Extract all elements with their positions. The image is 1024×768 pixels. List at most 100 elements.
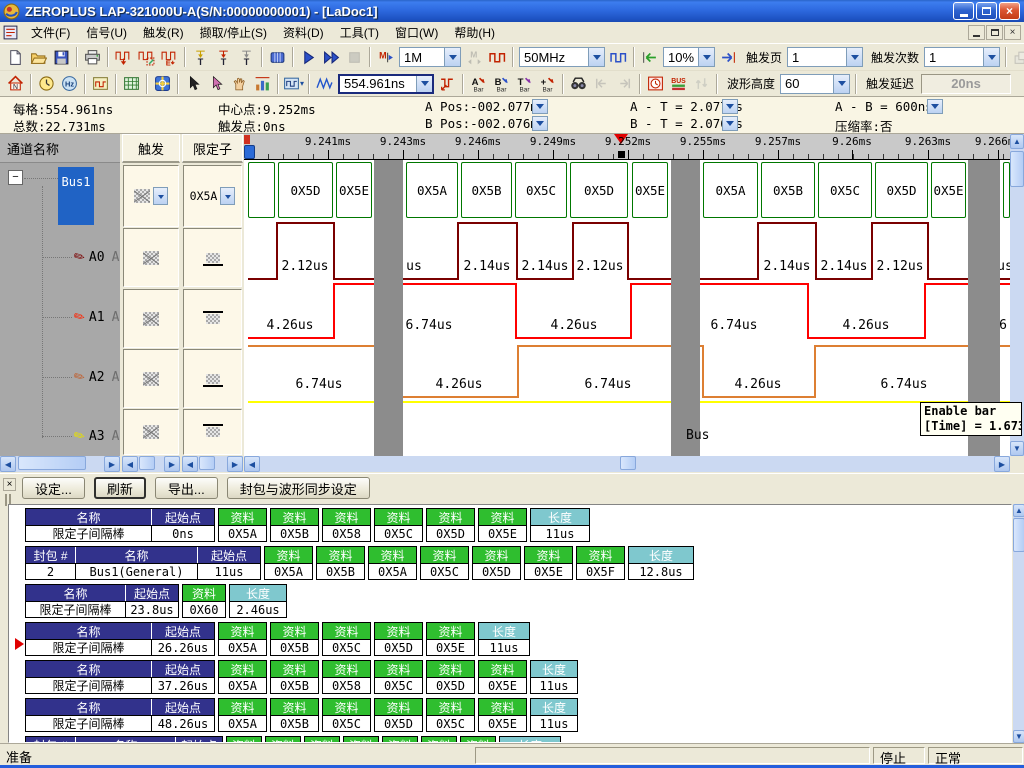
- chevron-down-icon[interactable]: [416, 76, 432, 92]
- chevron-down-icon[interactable]: [153, 187, 168, 205]
- channel-qualifier-cell[interactable]: [183, 409, 242, 455]
- chevron-down-icon[interactable]: [588, 48, 604, 66]
- trigger-mark-yellow-icon[interactable]: T: [189, 46, 212, 68]
- sync-packet-wave-button[interactable]: 封包与波形同步设定: [227, 477, 370, 499]
- trigger-pos-right-icon[interactable]: [717, 46, 740, 68]
- navigator-home-icon[interactable]: N: [4, 73, 27, 95]
- memory-page-icon[interactable]: M: [374, 46, 397, 68]
- menu-item-4[interactable]: 资料(D): [275, 21, 332, 44]
- wave-height-select[interactable]: 60: [780, 74, 850, 94]
- bus-qualifier-cell[interactable]: 0X5A: [183, 165, 242, 227]
- film-roll-icon[interactable]: [266, 46, 289, 68]
- chevron-down-icon[interactable]: [444, 48, 460, 66]
- chevron-down-icon[interactable]: [698, 48, 714, 66]
- refresh-button[interactable]: 刷新: [94, 477, 146, 499]
- listing-view-icon[interactable]: [120, 73, 143, 95]
- packet-row-3[interactable]: 名称起始点限定子间隔棒26.26us资料0X5A资料0X5B资料0X5C资料0X…: [25, 622, 1011, 656]
- time-div-select[interactable]: 554.961ns: [338, 74, 434, 94]
- minimize-button[interactable]: [953, 2, 974, 20]
- scroll-left-icon[interactable]: ◀: [122, 456, 138, 472]
- qualifier-column-scrollbar[interactable]: ◀ ▶: [182, 456, 243, 472]
- select-cursor-icon[interactable]: [182, 73, 205, 95]
- scroll-down-icon[interactable]: ▼: [1010, 441, 1024, 456]
- find-icon[interactable]: [567, 73, 590, 95]
- packet-row-4[interactable]: 名称起始点限定子间隔棒37.26us资料0X5A资料0X5B资料0X58资料0X…: [25, 660, 1011, 694]
- new-file-icon[interactable]: [4, 46, 27, 68]
- scroll-right-icon[interactable]: ▶: [994, 456, 1010, 472]
- trigger-position-select[interactable]: 10%: [663, 47, 715, 67]
- scroll-up-icon[interactable]: ▲: [1010, 134, 1024, 149]
- menu-item-0[interactable]: 文件(F): [23, 21, 78, 44]
- channel-qualifier-cell[interactable]: [183, 228, 242, 287]
- scroll-left-icon[interactable]: ◀: [244, 456, 260, 472]
- open-file-icon[interactable]: [27, 46, 50, 68]
- hscroll-thumb[interactable]: [18, 456, 86, 470]
- scroll-up-icon[interactable]: ▲: [1013, 504, 1024, 517]
- packet-row-5[interactable]: 名称起始点限定子间隔棒48.26us资料0X5A资料0X5B资料0X5C资料0X…: [25, 698, 1011, 732]
- wave-mode-select-icon[interactable]: ▾: [282, 73, 305, 95]
- b-pos-dropdown[interactable]: [532, 116, 548, 131]
- add-bar-icon[interactable]: +Bar: [536, 73, 559, 95]
- chevron-down-icon[interactable]: [983, 48, 999, 66]
- menu-item-6[interactable]: 窗口(W): [387, 21, 446, 44]
- repeat-acquisition-icon[interactable]: [320, 46, 343, 68]
- trigger-mark-red-icon[interactable]: T: [212, 46, 235, 68]
- single-acquisition-icon[interactable]: [297, 46, 320, 68]
- sample-wave-red-icon[interactable]: [486, 46, 509, 68]
- a-t-dropdown[interactable]: [722, 99, 738, 114]
- menu-item-5[interactable]: 工具(T): [332, 21, 387, 44]
- trigger-page-select[interactable]: 1: [787, 47, 863, 67]
- b-bar-icon[interactable]: BBar: [490, 73, 513, 95]
- channel-row-a0[interactable]: ✎A0A0: [0, 247, 120, 267]
- menu-item-2[interactable]: 触发(R): [135, 21, 192, 44]
- channel-trigger-cell[interactable]: [123, 228, 179, 287]
- memory-depth-select[interactable]: 1M: [399, 47, 461, 67]
- packet-panel-close-icon[interactable]: ×: [3, 478, 16, 491]
- restore-button[interactable]: [976, 2, 997, 20]
- trigger-column-scrollbar[interactable]: ◀ ▶: [122, 456, 180, 472]
- scroll-down-icon[interactable]: ▼: [1013, 730, 1024, 743]
- time-ruler-icon[interactable]: [644, 73, 667, 95]
- print-icon[interactable]: [81, 46, 104, 68]
- zoom-wave-icon[interactable]: [313, 73, 336, 95]
- scroll-right-icon[interactable]: ▶: [104, 456, 120, 472]
- packet-row-6[interactable]: 封包 #名称起始点资料资料资料资料资料资料资料长度: [25, 736, 1011, 743]
- channel-qualifier-cell[interactable]: [183, 349, 242, 408]
- a-bar-icon[interactable]: ABar: [467, 73, 490, 95]
- channel-panel-scrollbar[interactable]: ◀ ▶: [0, 456, 120, 472]
- packet-row-2[interactable]: 名称起始点限定子间隔棒23.8us资料0X60长度2.46us: [25, 584, 1011, 618]
- sample-rate-select[interactable]: 50MHz: [519, 47, 605, 67]
- waveform-view-icon[interactable]: [89, 73, 112, 95]
- hscroll-thumb[interactable]: [139, 456, 155, 470]
- trigger-pos-left-icon[interactable]: [638, 46, 661, 68]
- settings-button[interactable]: 设定...: [22, 477, 85, 499]
- time-display-icon[interactable]: [35, 73, 58, 95]
- export-button[interactable]: 导出...: [155, 477, 218, 499]
- waveform-canvas[interactable]: 9.241ms9.243ms9.246ms9.249ms9.252ms9.255…: [244, 134, 1010, 456]
- channel-qualifier-cell[interactable]: [183, 289, 242, 348]
- packet-row-1[interactable]: 封包 #名称起始点2Bus1(General)11us资料0X5A资料0X5B资…: [25, 546, 1011, 580]
- bus-trigger-cell[interactable]: [123, 165, 179, 227]
- frequency-display-icon[interactable]: Hz: [58, 73, 81, 95]
- menu-item-7[interactable]: 帮助(H): [446, 21, 503, 44]
- navigation-window-icon[interactable]: [151, 73, 174, 95]
- waveform-scrollbar[interactable]: ◀ ▶: [244, 456, 1010, 472]
- channel-trigger-cell[interactable]: [123, 409, 179, 455]
- menu-item-3[interactable]: 撷取/停止(S): [192, 21, 275, 44]
- sample-wave-blue-icon[interactable]: [607, 46, 630, 68]
- chevron-down-icon[interactable]: [846, 48, 862, 66]
- packet-row-0[interactable]: 名称起始点限定子间隔棒0ns资料0X5A资料0X5B资料0X58资料0X5C资料…: [25, 508, 1011, 542]
- chevron-down-icon[interactable]: [220, 187, 235, 205]
- channel-row-a3[interactable]: ✎A3A3: [0, 426, 120, 446]
- hand-tool-icon[interactable]: [228, 73, 251, 95]
- save-file-icon[interactable]: [50, 46, 73, 68]
- trigger-mark-gray-icon[interactable]: T: [235, 46, 258, 68]
- sampling-e-icon[interactable]: E: [158, 46, 181, 68]
- bus-node[interactable]: Bus1: [58, 167, 94, 225]
- channel-trigger-cell[interactable]: [123, 289, 179, 348]
- tree-expand-icon[interactable]: −: [8, 170, 23, 185]
- trigger-cursor-icon[interactable]: [436, 73, 459, 95]
- packet-list-scrollbar[interactable]: ▲ ▼: [1013, 504, 1024, 743]
- mdi-restore-button[interactable]: [986, 25, 1003, 40]
- bus-ruler-icon[interactable]: BUS: [667, 73, 690, 95]
